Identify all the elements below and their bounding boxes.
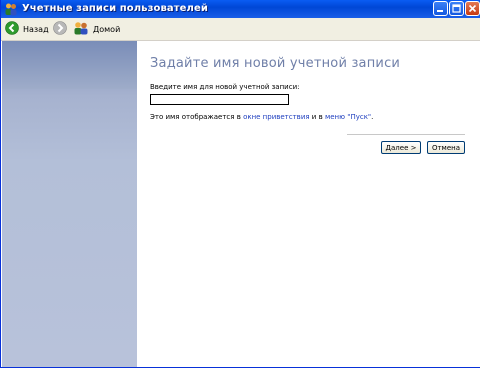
page-title: Задайте имя новой учетной записи — [150, 56, 401, 71]
hint-middle: и в — [309, 113, 325, 121]
window-title: Учетные записи пользователей — [22, 3, 208, 14]
user-accounts-window: Учетные записи пользователей Назад Домой… — [0, 0, 480, 368]
home-label: Домой — [93, 24, 121, 34]
back-button[interactable]: Назад — [5, 21, 49, 37]
welcome-screen-link[interactable]: окне приветствия — [243, 113, 310, 121]
hint-text: Это имя отображается в окне приветствия … — [150, 113, 373, 121]
forward-arrow-icon — [53, 21, 67, 37]
home-users-icon — [73, 21, 89, 37]
minimize-icon[interactable] — [433, 1, 448, 16]
back-arrow-icon — [5, 21, 19, 37]
hint-suffix: . — [371, 113, 374, 121]
next-button[interactable]: Далее > — [381, 141, 421, 154]
sidebar-header — [2, 41, 137, 89]
start-menu-link[interactable]: меню "Пуск" — [325, 113, 371, 121]
close-icon[interactable] — [465, 1, 480, 16]
divider — [347, 134, 465, 135]
users-icon — [4, 2, 18, 16]
main-panel: Задайте имя новой учетной записи Введите… — [137, 41, 480, 367]
toolbar: Назад Домой — [1, 18, 480, 41]
forward-button[interactable] — [53, 21, 67, 37]
home-button[interactable]: Домой — [73, 21, 120, 37]
account-name-input[interactable] — [150, 94, 289, 105]
account-name-label: Введите имя для новой учетной записи: — [150, 83, 300, 91]
sidebar-panel — [2, 41, 137, 367]
maximize-icon[interactable] — [449, 1, 464, 16]
cancel-button[interactable]: Отмена — [427, 141, 465, 154]
title-bar[interactable]: Учетные записи пользователей — [1, 0, 480, 18]
back-label: Назад — [23, 24, 49, 34]
hint-prefix: Это имя отображается в — [150, 113, 244, 121]
